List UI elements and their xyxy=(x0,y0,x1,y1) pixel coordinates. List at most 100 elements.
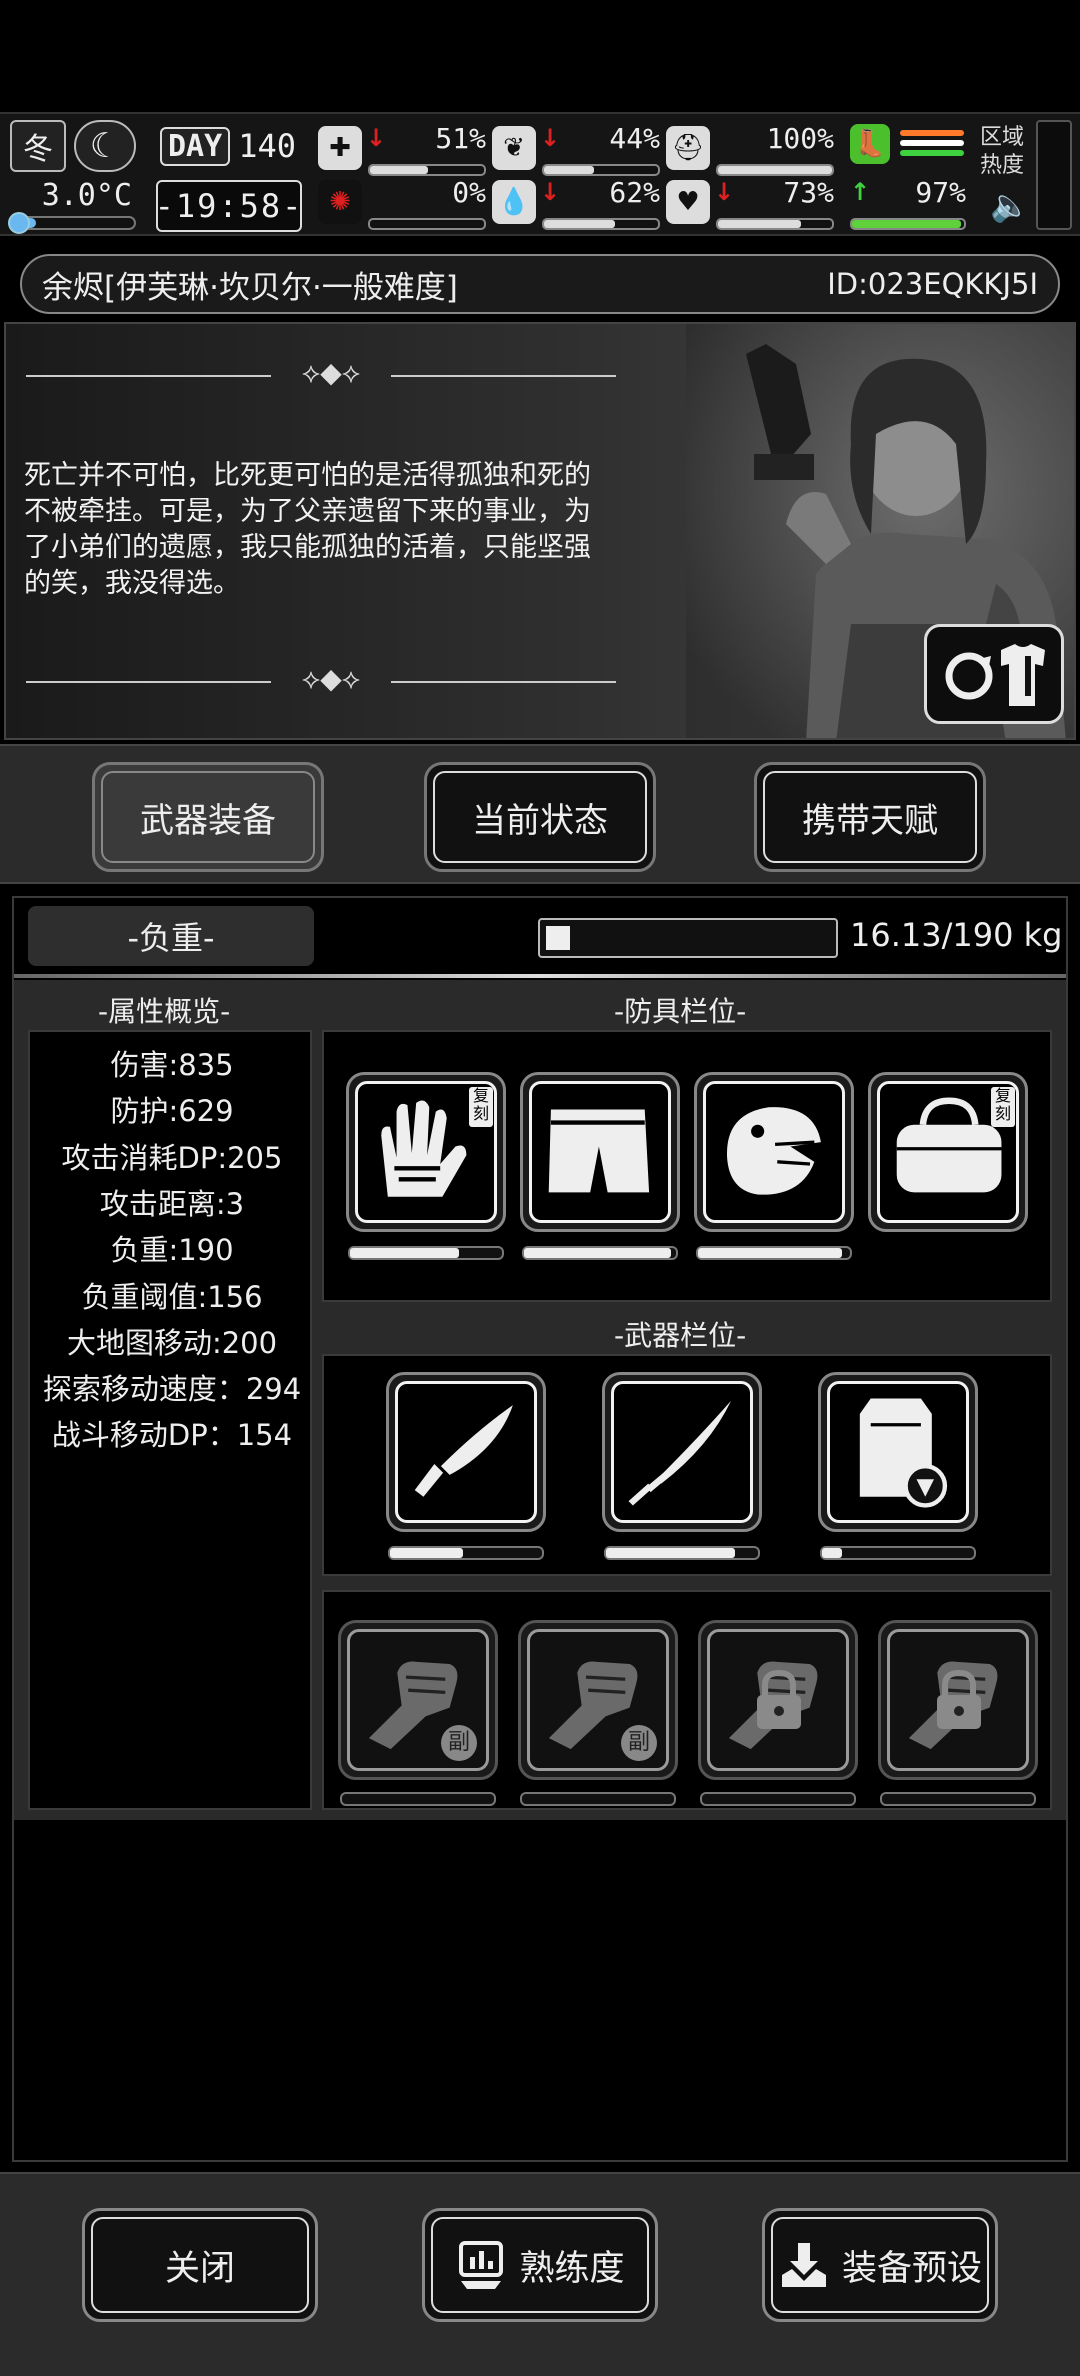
equipment-slot[interactable]: 副 xyxy=(338,1620,498,1780)
water-drop-icon: 💧 xyxy=(492,180,536,224)
equipment-slot[interactable]: 复刻 xyxy=(346,1072,506,1232)
stat-value: 0% xyxy=(452,176,486,209)
stat-bar xyxy=(716,164,834,176)
game-clock: -19:58- xyxy=(155,180,302,232)
character-title: [伊芙琳·坎贝尔·一般难度] xyxy=(104,269,458,306)
trend-down-icon: ↓ xyxy=(540,124,561,152)
load-value: 16.13/190 kg xyxy=(850,916,1063,954)
weapon-slots-title: -武器栏位- xyxy=(614,1319,747,1352)
equipment-preset-button[interactable]: 装备预设 xyxy=(762,2208,998,2322)
durability-bar xyxy=(388,1546,544,1560)
stomach-icon: ❦ xyxy=(492,126,536,170)
replica-badge: 复刻 xyxy=(469,1087,493,1127)
durability-bar xyxy=(880,1792,1036,1806)
tab-label: 武器装备 xyxy=(140,800,276,841)
equipment-slot[interactable] xyxy=(386,1372,546,1532)
day-number: 140 xyxy=(238,127,296,165)
proficiency-button[interactable]: 熟练度 xyxy=(422,2208,658,2322)
stat-hunger: ❦ ↓ 44% xyxy=(492,122,662,178)
attribute-item: 防护:629 xyxy=(110,1094,234,1129)
character-quote: 死亡并不可怕，比死更可怕的是活得孤独和死的不被牵挂。可是，为了父亲遗留下来的事业… xyxy=(24,460,591,599)
virus-icon: ✺ xyxy=(318,180,362,224)
stat-bar xyxy=(850,218,966,230)
close-label: 关闭 xyxy=(164,2248,235,2289)
tab-weapons-equipment[interactable]: 武器装备 xyxy=(92,762,324,872)
stat-value: 97% xyxy=(915,176,966,209)
knife-icon xyxy=(414,1405,513,1497)
medkit-icon: ✚ xyxy=(318,126,362,170)
temperature-gauge: 3.0°C xyxy=(8,176,138,234)
durability-bar xyxy=(340,1792,496,1806)
proficiency-icon xyxy=(459,2241,504,2289)
attribute-item: 伤害:835 xyxy=(110,1048,234,1082)
equipment-slot[interactable] xyxy=(878,1620,1038,1780)
weapon-slots xyxy=(322,1354,1052,1576)
replica-badge: 复刻 xyxy=(991,1087,1015,1127)
equipment-slot[interactable]: 副 xyxy=(518,1620,678,1780)
moon-icon: ☾ xyxy=(74,120,136,172)
katana-icon xyxy=(628,1400,732,1506)
region-heat-label: 区域热度 xyxy=(980,125,1025,178)
gloves-icon xyxy=(381,1100,467,1197)
trend-down-icon: ↓ xyxy=(540,178,561,206)
preset-download-icon xyxy=(781,2243,826,2287)
tab-label: 携带天赋 xyxy=(802,800,938,841)
attribute-item: 战斗移动DP：154 xyxy=(51,1418,293,1453)
stat-value: 73% xyxy=(783,176,834,209)
durability-bar xyxy=(348,1246,504,1260)
change-outfit-button[interactable] xyxy=(924,624,1064,724)
ornament-divider-top: ⟡◆⟡ xyxy=(26,356,616,389)
lock-icon xyxy=(937,1669,981,1729)
equipment-slot[interactable] xyxy=(818,1372,978,1532)
proficiency-label: 熟练度 xyxy=(519,2248,625,2289)
tab-talents[interactable]: 携带天赋 xyxy=(754,762,986,872)
offhand-mark: 副 xyxy=(441,1725,477,1761)
lock-icon xyxy=(757,1669,801,1729)
character-name: 余烬 xyxy=(42,269,104,306)
day-label: DAY xyxy=(160,126,231,166)
attribute-item: 攻击距离:3 xyxy=(99,1186,245,1221)
ammo-case-icon xyxy=(859,1398,948,1508)
trend-down-icon: ↓ xyxy=(366,124,387,152)
stat-health: ✚ ↓ 51% xyxy=(318,122,488,178)
armor-slots-title: -防具栏位- xyxy=(614,995,747,1028)
stat-bar xyxy=(368,218,486,230)
stat-thirst: 💧 ↓ 62% xyxy=(492,176,662,232)
durability-bar xyxy=(520,1792,676,1806)
close-button[interactable]: 关闭 xyxy=(82,2208,318,2322)
stat-value: 51% xyxy=(435,122,486,155)
equipment-panel: -负重- 16.13/190 kg -属性概览- 伤害:835 防护:629 攻击消… xyxy=(12,896,1068,2162)
ornament-divider-bottom: ⟡◆⟡ xyxy=(26,662,616,695)
tab-current-status[interactable]: 当前状态 xyxy=(424,762,656,872)
armor-slots: 复刻 复刻 xyxy=(322,1030,1052,1302)
stat-value: 62% xyxy=(609,176,660,209)
slot-lock xyxy=(751,1669,807,1731)
stat-bar xyxy=(542,164,660,176)
thermometer-icon xyxy=(8,212,30,234)
character-name-line: 余烬[伊芙琳·坎贝尔·一般难度] xyxy=(42,262,827,307)
bottom-bar: 关闭 熟练度 装备预设 xyxy=(0,2172,1080,2376)
equipment-slot[interactable] xyxy=(602,1372,762,1532)
day-counter: DAY 140 xyxy=(160,120,302,172)
speaker-icon[interactable]: 🔈 xyxy=(990,186,1030,224)
equipment-slot[interactable] xyxy=(698,1620,858,1780)
load-label: -负重- xyxy=(28,906,314,966)
side-panel-slot[interactable] xyxy=(1036,120,1072,230)
attribute-item: 探索移动速度：294 xyxy=(42,1372,302,1407)
attribute-item: 大地图移动:200 xyxy=(66,1325,278,1360)
attribute-item: 攻击消耗DP:205 xyxy=(61,1140,283,1175)
attribute-item: 负重阈值:156 xyxy=(81,1279,263,1314)
preset-label: 装备预设 xyxy=(841,2248,982,2289)
durability-bar xyxy=(700,1792,856,1806)
stat-value: 44% xyxy=(609,122,660,155)
season-text: 冬 xyxy=(23,132,53,167)
durability-bar xyxy=(696,1246,852,1260)
equipment-slot[interactable]: 复刻 xyxy=(868,1072,1028,1232)
attributes-box: 伤害:835 防护:629 攻击消耗DP:205 攻击距离:3 负重:190 负重阈值:1… xyxy=(28,1030,312,1810)
stat-stamina: 👢 ↑ 97% xyxy=(850,124,968,232)
dino-mask-icon xyxy=(726,1107,821,1195)
equipment-slot[interactable] xyxy=(520,1072,680,1232)
equipment-slot[interactable] xyxy=(694,1072,854,1232)
temperature-text: 3.0°C xyxy=(41,178,132,213)
character-banner: ⟡◆⟡ 死亡并不可怕，比死更可怕的是活得孤独和死的不被牵挂。可是，为了父亲遗留下… xyxy=(4,322,1076,740)
